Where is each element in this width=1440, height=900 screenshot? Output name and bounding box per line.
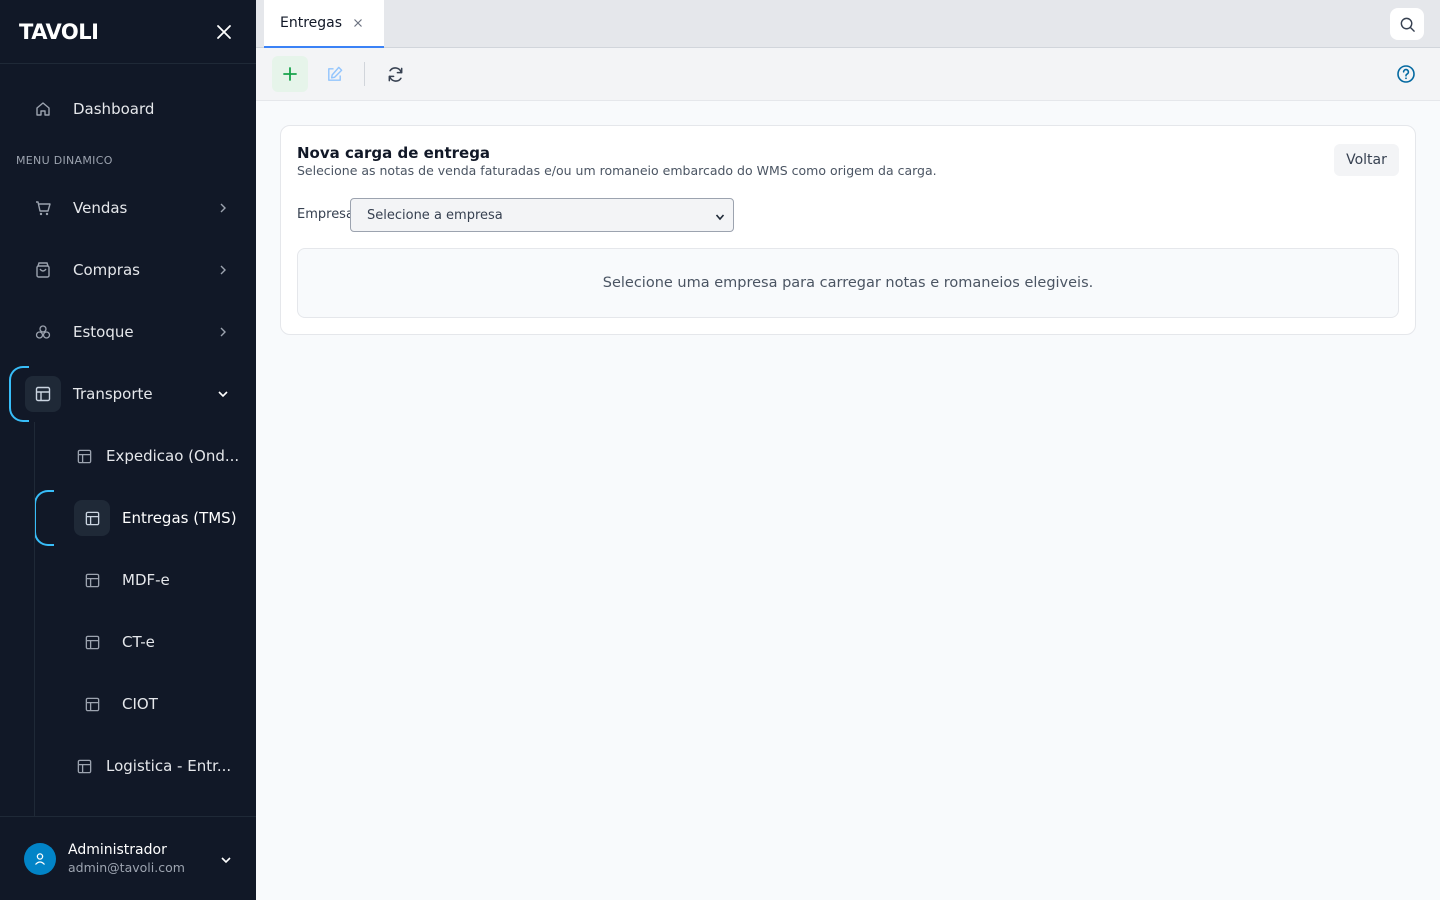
empty-state-message: Selecione uma empresa para carregar nota… xyxy=(602,275,1094,291)
sidebar-nav: Dashboard MENU DINAMICO Vendas Compras E… xyxy=(0,64,256,816)
sidebar-subitem-label: MDF-e xyxy=(122,571,170,589)
user-email: admin@tavoli.com xyxy=(68,860,185,875)
layout-icon xyxy=(74,686,110,722)
close-icon[interactable] xyxy=(352,17,364,29)
user-name: Administrador xyxy=(68,842,167,858)
toolbar-divider xyxy=(364,62,365,86)
search-button[interactable] xyxy=(1390,8,1424,40)
sidebar-subitem-ciot[interactable]: CIOT xyxy=(0,676,256,732)
layout-icon xyxy=(66,748,102,784)
sidebar-subitem-label: Entregas (TMS) xyxy=(122,509,237,527)
boxes-icon xyxy=(25,314,61,350)
tab-bar: Entregas xyxy=(256,0,1440,48)
back-button[interactable]: Voltar xyxy=(1334,144,1399,176)
chevron-right-icon xyxy=(216,201,230,215)
sidebar-subitem-label: Expedicao (Ond... xyxy=(106,447,240,465)
section-label: MENU DINAMICO xyxy=(16,154,113,167)
sidebar-item-label: Dashboard xyxy=(73,100,155,118)
sidebar-item-label: Vendas xyxy=(73,199,128,217)
avatar xyxy=(24,842,56,875)
sidebar-subitem-mdfe[interactable]: MDF-e xyxy=(0,552,256,608)
empresa-label: Empresa xyxy=(297,207,354,222)
layout-icon xyxy=(74,562,110,598)
sidebar-header: TAVOLI xyxy=(0,0,256,64)
sidebar-item-label: Transporte xyxy=(73,385,153,403)
cart-icon xyxy=(25,190,61,226)
page-title: Nova carga de entrega xyxy=(297,144,491,162)
chevron-right-icon xyxy=(216,263,230,277)
sidebar-item-estoque[interactable]: Estoque xyxy=(0,304,256,360)
user-info: Administrador admin@tavoli.com xyxy=(68,842,185,875)
sidebar-subitem-cte[interactable]: CT-e xyxy=(0,614,256,670)
submenu-guide xyxy=(34,422,35,816)
layout-icon xyxy=(74,624,110,660)
sidebar-item-compras[interactable]: Compras xyxy=(0,242,256,298)
user-profile[interactable]: Administrador admin@tavoli.com xyxy=(0,816,256,900)
edit-icon xyxy=(327,66,342,81)
help-icon xyxy=(1397,65,1415,83)
sidebar-subitem-entregas[interactable]: Entregas (TMS) xyxy=(0,490,256,546)
plus-icon xyxy=(283,67,297,81)
chevron-down-icon xyxy=(715,211,725,226)
layout-icon xyxy=(74,500,110,536)
new-delivery-card: Nova carga de entrega Selecione as notas… xyxy=(280,125,1416,335)
empresa-select-value: Selecione a empresa xyxy=(367,207,503,223)
refresh-icon xyxy=(388,66,402,82)
add-button[interactable] xyxy=(272,56,308,92)
edit-button[interactable] xyxy=(316,56,352,92)
tab-entregas[interactable]: Entregas xyxy=(264,0,384,48)
sidebar-subitem-expedicao[interactable]: Expedicao (Ond... xyxy=(0,428,256,484)
empty-state: Selecione uma empresa para carregar nota… xyxy=(297,248,1399,318)
chevron-down-icon[interactable] xyxy=(220,851,232,870)
search-icon xyxy=(1400,17,1415,32)
sidebar-subitem-logistica[interactable]: Logistica - Entr... xyxy=(0,738,256,794)
toolbar xyxy=(256,48,1440,101)
refresh-button[interactable] xyxy=(377,56,413,92)
chevron-down-icon xyxy=(216,387,230,401)
app-logo: TAVOLI xyxy=(19,19,99,44)
sidebar-item-label: Estoque xyxy=(73,323,134,341)
layout-icon xyxy=(66,438,102,474)
close-sidebar-button[interactable] xyxy=(212,20,236,44)
sidebar-item-transporte[interactable]: Transporte xyxy=(0,366,256,422)
help-button[interactable] xyxy=(1388,56,1424,92)
sidebar-subitem-label: CT-e xyxy=(122,633,155,651)
sidebar-subitem-label: Logistica - Entr... xyxy=(106,757,232,775)
sidebar-subitem-label: CIOT xyxy=(122,695,158,713)
user-icon xyxy=(35,852,45,865)
home-icon xyxy=(25,91,61,127)
chevron-right-icon xyxy=(216,325,230,339)
close-icon xyxy=(217,24,231,39)
tab-label: Entregas xyxy=(280,15,343,31)
sidebar-item-dashboard[interactable]: Dashboard xyxy=(0,81,256,137)
bag-icon xyxy=(25,252,61,288)
layout-icon xyxy=(25,376,61,412)
page-subtitle: Selecione as notas de venda faturadas e/… xyxy=(297,163,937,178)
sidebar-item-label: Compras xyxy=(73,261,140,279)
sidebar-item-vendas[interactable]: Vendas xyxy=(0,180,256,236)
empresa-select[interactable]: Selecione a empresa xyxy=(350,198,734,232)
sidebar: TAVOLI Dashboard MENU DINAMICO Vendas Co… xyxy=(0,0,256,900)
